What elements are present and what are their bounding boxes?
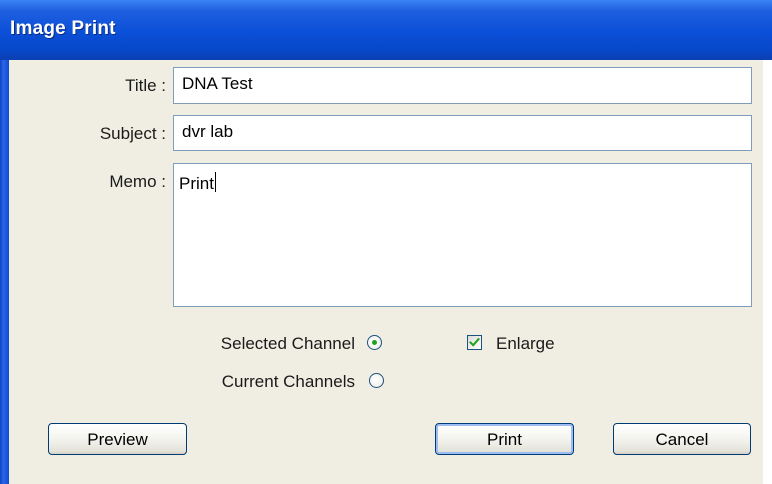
subject-label: Subject :: [99, 124, 166, 143]
title-input[interactable]: DNA Test: [173, 67, 752, 104]
cancel-button[interactable]: Cancel: [613, 423, 751, 455]
window-right-margin: [763, 60, 772, 484]
selected-channel-radio[interactable]: [367, 335, 382, 350]
title-label: Title :: [125, 76, 166, 95]
window-title: Image Print: [10, 18, 116, 39]
current-channels-label: Current Channels: [221, 372, 355, 391]
title-bar[interactable]: Image Print: [0, 0, 772, 60]
image-print-dialog: Image Print Title : DNA Test Subject : d…: [0, 0, 772, 484]
checkmark-icon: [469, 337, 480, 347]
memo-label: Memo :: [109, 172, 166, 191]
title-input-value: DNA Test: [182, 74, 253, 93]
subject-input-value: dvr lab: [182, 122, 234, 141]
memo-textarea-value: Print: [179, 174, 214, 193]
enlarge-label: Enlarge: [496, 334, 555, 353]
print-button[interactable]: Print: [435, 423, 574, 455]
radio-selected-dot: [372, 340, 377, 345]
current-channels-radio[interactable]: [369, 373, 384, 388]
preview-button[interactable]: Preview: [48, 423, 187, 455]
selected-channel-label: Selected Channel: [220, 334, 355, 353]
memo-textarea[interactable]: Print: [173, 163, 752, 307]
subject-input[interactable]: dvr lab: [173, 115, 752, 151]
enlarge-checkbox[interactable]: [467, 335, 482, 350]
text-caret: [214, 172, 216, 192]
window-left-border: [0, 60, 9, 484]
